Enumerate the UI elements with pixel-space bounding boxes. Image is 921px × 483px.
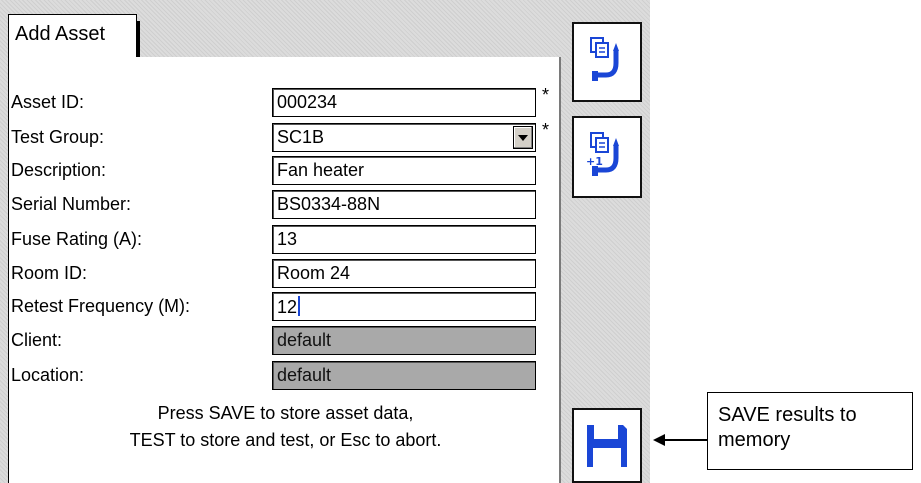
- required-marker: *: [542, 85, 550, 105]
- fuse-rating-label: Fuse Rating (A):: [11, 229, 143, 249]
- serial-number-field[interactable]: BS0334-88N: [272, 190, 536, 219]
- description-label: Description:: [11, 160, 107, 180]
- test-group-label: Test Group:: [11, 127, 105, 147]
- fuse-rating-field[interactable]: 13: [272, 225, 536, 254]
- copy-increment-asset-icon: +1: [586, 132, 619, 176]
- description-field[interactable]: Fan heater: [272, 156, 536, 185]
- floppy-disk-icon: [587, 424, 627, 467]
- callout-arrow-icon: [653, 434, 665, 446]
- test-group-row: Test Group: SC1B *: [9, 120, 562, 153]
- callout-arrow-line: [665, 439, 707, 441]
- retest-frequency-row: Retest Frequency (M): 12: [9, 292, 562, 322]
- copy-asset-button[interactable]: [572, 22, 642, 102]
- client-row: Client: default: [9, 326, 562, 356]
- retest-frequency-label: Retest Frequency (M):: [11, 296, 191, 316]
- save-button[interactable]: [572, 408, 642, 483]
- asset-id-label: Asset ID:: [11, 92, 85, 112]
- serial-number-label: Serial Number:: [11, 194, 132, 214]
- dropdown-arrow-icon[interactable]: [513, 126, 533, 149]
- tab-add-asset[interactable]: Add Asset: [8, 14, 140, 59]
- client-field: default: [272, 326, 536, 355]
- text-cursor: [298, 296, 301, 316]
- asset-id-row: Asset ID: 000234 *: [9, 85, 562, 118]
- test-group-select[interactable]: SC1B: [272, 123, 536, 152]
- increment-badge: +1: [586, 155, 603, 168]
- instruction-line-1: Press SAVE to store asset data,: [157, 403, 414, 423]
- location-field: default: [272, 361, 536, 390]
- serial-number-row: Serial Number: BS0334-88N: [9, 190, 562, 220]
- room-id-field[interactable]: Room 24: [272, 259, 536, 288]
- copy-asset-icon: [590, 37, 619, 81]
- description-row: Description: Fan heater: [9, 156, 562, 186]
- asset-form-panel: Asset ID: 000234 * Test Group: SC1B * De…: [8, 57, 561, 483]
- instruction-message: Press SAVE to store asset data, TEST to …: [9, 400, 562, 454]
- test-group-value: SC1B: [277, 127, 325, 147]
- client-label: Client:: [11, 330, 63, 350]
- room-id-label: Room ID:: [11, 263, 88, 283]
- save-callout: SAVE results to memory: [707, 392, 913, 470]
- asset-id-field[interactable]: 000234: [272, 88, 536, 117]
- copy-increment-asset-button[interactable]: +1: [572, 116, 642, 198]
- instruction-line-2: TEST to store and test, or Esc to abort.: [129, 430, 442, 450]
- room-id-row: Room ID: Room 24: [9, 259, 562, 289]
- retest-frequency-field[interactable]: 12: [272, 292, 536, 321]
- device-screen: Add Asset Asset ID: 000234 * Test Group:…: [0, 0, 650, 483]
- location-row: Location: default: [9, 361, 562, 391]
- retest-frequency-value: 12: [277, 297, 298, 317]
- fuse-rating-row: Fuse Rating (A): 13: [9, 225, 562, 255]
- location-label: Location:: [11, 365, 85, 385]
- required-marker: *: [542, 120, 550, 140]
